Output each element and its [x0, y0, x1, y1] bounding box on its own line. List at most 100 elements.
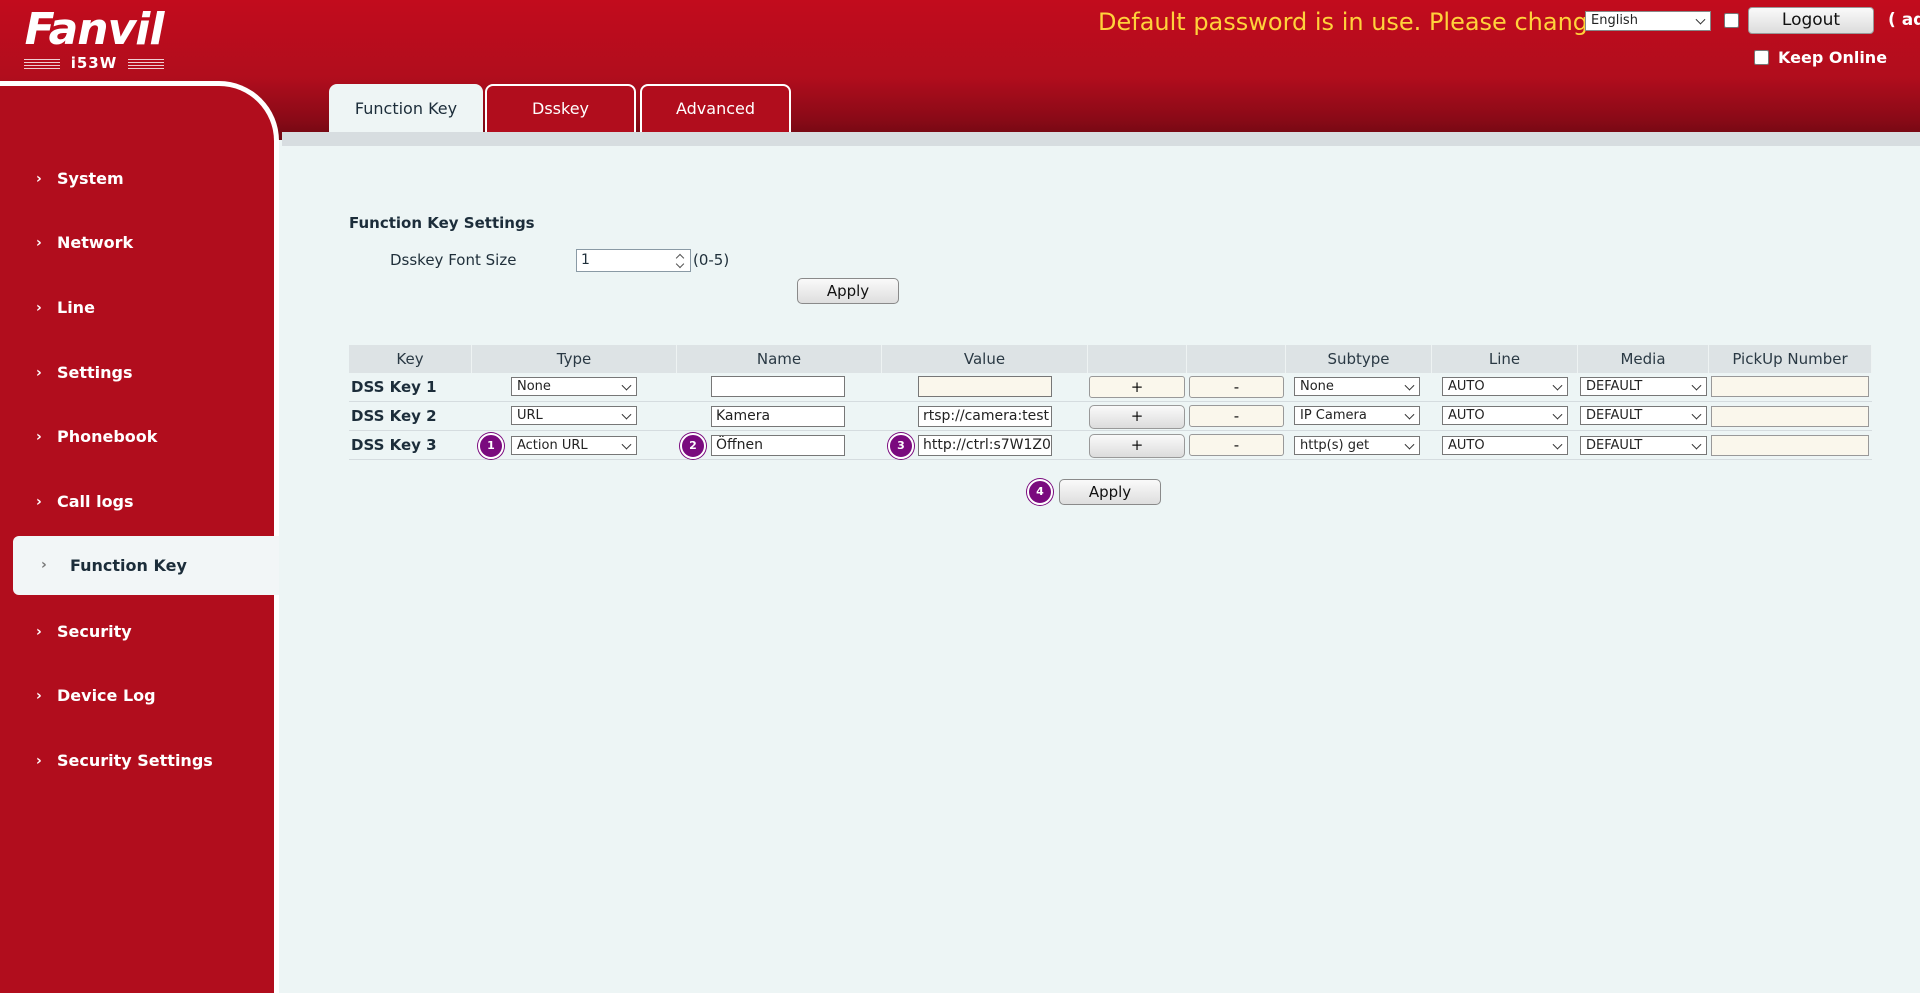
spinner-icon[interactable] — [674, 251, 688, 270]
media-select[interactable]: DEFAULT — [1580, 377, 1707, 396]
chevron-down-icon — [621, 439, 632, 450]
keep-online-label: Keep Online — [1778, 48, 1888, 67]
sidebar-item-network[interactable]: › Network — [0, 223, 274, 263]
chevron-down-icon — [1404, 409, 1415, 420]
chevron-right-icon: › — [36, 624, 42, 640]
table-row: DSS Key 2 URL Kamera rtsp://camera:test … — [349, 402, 1872, 431]
subtype-select[interactable]: None — [1294, 377, 1420, 396]
header-type: Type — [472, 345, 677, 373]
font-size-range: (0-5) — [693, 251, 730, 269]
sidebar-item-label: Settings — [57, 363, 133, 382]
table-row: DSS Key 3 1 Action URL 2 Öffnen 3 http:/… — [349, 431, 1872, 460]
remove-button[interactable]: - — [1189, 405, 1284, 427]
add-button[interactable]: + — [1089, 376, 1185, 398]
subtype-select[interactable]: IP Camera — [1294, 406, 1420, 425]
header-media: Media — [1578, 345, 1709, 373]
sidebar-item-label: Function Key — [70, 556, 187, 575]
type-select[interactable]: URL — [511, 406, 637, 425]
line-value: AUTO — [1448, 408, 1485, 423]
type-select[interactable]: Action URL — [511, 436, 637, 455]
subtype-select[interactable]: http(s) get — [1294, 436, 1420, 455]
chevron-right-icon: › — [36, 429, 42, 445]
sidebar: › System › Network › Line › Settings › P… — [0, 81, 279, 993]
sidebar-item-label: Phonebook — [57, 427, 158, 446]
pickup-input[interactable] — [1711, 406, 1869, 427]
add-button[interactable]: + — [1089, 405, 1185, 429]
value-input[interactable]: http://ctrl:s7W1Z0 — [918, 435, 1052, 456]
sidebar-item-call-logs[interactable]: › Call logs — [0, 482, 274, 522]
sidebar-item-settings[interactable]: › Settings — [0, 353, 274, 393]
logo-text: Fanvil — [24, 4, 165, 55]
sidebar-item-security[interactable]: › Security — [0, 612, 274, 652]
line-value: AUTO — [1448, 438, 1485, 453]
annotation-badge-1: 1 — [478, 433, 504, 459]
name-input[interactable]: Kamera — [711, 406, 845, 427]
media-value: DEFAULT — [1586, 408, 1643, 423]
chevron-right-icon: › — [36, 494, 42, 510]
pickup-input[interactable] — [1711, 376, 1869, 397]
header-line: Line — [1432, 345, 1578, 373]
sidebar-item-device-log[interactable]: › Device Log — [0, 676, 274, 716]
sidebar-item-line[interactable]: › Line — [0, 288, 274, 328]
name-input[interactable] — [711, 376, 845, 397]
chevron-down-icon — [1404, 380, 1415, 391]
header-pickup: PickUp Number — [1709, 345, 1872, 373]
annotation-badge-2: 2 — [680, 433, 706, 459]
row-key: DSS Key 2 — [351, 407, 437, 425]
header-key: Key — [349, 345, 472, 373]
header-name: Name — [677, 345, 882, 373]
chevron-down-icon — [1552, 439, 1563, 450]
sidebar-item-phonebook[interactable]: › Phonebook — [0, 417, 274, 457]
tab-dsskey[interactable]: Dsskey — [485, 84, 636, 132]
remove-button[interactable]: - — [1189, 434, 1284, 456]
font-size-input[interactable]: 1 — [576, 249, 691, 272]
value-input[interactable]: rtsp://camera:test — [918, 406, 1052, 427]
sidebar-item-system[interactable]: › System — [0, 159, 274, 199]
add-button[interactable]: + — [1089, 434, 1185, 458]
section-title: Function Key Settings — [349, 214, 535, 232]
subtype-value: None — [1300, 379, 1334, 394]
header-subtype: Subtype — [1286, 345, 1432, 373]
apply-dsskey-button[interactable]: Apply — [1059, 479, 1161, 505]
annotation-badge-3: 3 — [888, 433, 914, 459]
header-checkbox[interactable] — [1724, 13, 1739, 28]
sidebar-item-label: System — [57, 169, 124, 188]
name-input[interactable]: Öffnen — [711, 435, 845, 456]
remove-button[interactable]: - — [1189, 376, 1284, 398]
type-value: None — [517, 379, 551, 394]
sidebar-item-label: Line — [57, 298, 95, 317]
type-select[interactable]: None — [511, 377, 637, 396]
value-input[interactable] — [918, 376, 1052, 397]
sidebar-item-security-settings[interactable]: › Security Settings — [0, 741, 274, 781]
sidebar-item-function-key[interactable]: › Function Key — [13, 536, 279, 595]
chevron-down-icon — [621, 380, 632, 391]
user-label: ( ad — [1888, 10, 1920, 30]
pickup-input[interactable] — [1711, 435, 1869, 456]
media-select[interactable]: DEFAULT — [1580, 436, 1707, 455]
header-value: Value — [882, 345, 1088, 373]
annotation-badge-4: 4 — [1027, 479, 1053, 505]
logout-button[interactable]: Logout — [1748, 7, 1874, 34]
sidebar-item-label: Security Settings — [57, 751, 213, 770]
font-size-value: 1 — [581, 252, 590, 268]
line-select[interactable]: AUTO — [1442, 406, 1568, 425]
line-select[interactable]: AUTO — [1442, 436, 1568, 455]
sidebar-item-label: Device Log — [57, 686, 156, 705]
keep-online-checkbox[interactable] — [1754, 50, 1769, 65]
sidebar-item-label: Call logs — [57, 492, 134, 511]
tab-advanced[interactable]: Advanced — [640, 84, 791, 132]
tab-function-key[interactable]: Function Key — [329, 84, 483, 132]
chevron-right-icon: › — [36, 688, 42, 704]
chevron-down-icon — [1404, 439, 1415, 450]
apply-font-size-button[interactable]: Apply — [797, 278, 899, 304]
chevron-down-icon — [1691, 439, 1702, 450]
media-select[interactable]: DEFAULT — [1580, 406, 1707, 425]
language-value: English — [1591, 13, 1638, 28]
chevron-down-icon — [1552, 380, 1563, 391]
font-size-label: Dsskey Font Size — [390, 251, 517, 269]
subtype-value: http(s) get — [1300, 438, 1370, 453]
chevron-right-icon: › — [36, 753, 42, 769]
line-select[interactable]: AUTO — [1442, 377, 1568, 396]
chevron-down-icon — [621, 409, 632, 420]
language-select[interactable]: English — [1585, 11, 1711, 31]
